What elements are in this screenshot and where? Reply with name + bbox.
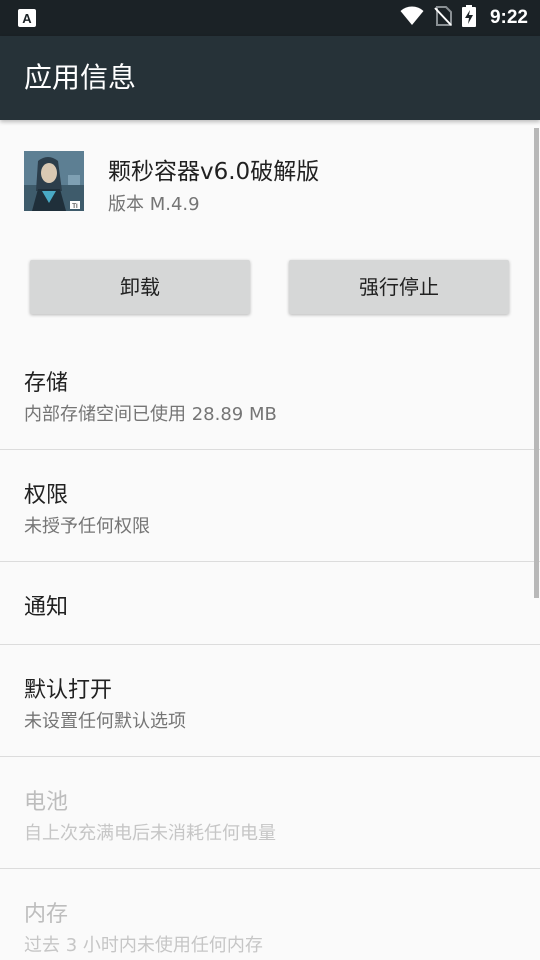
- pref-summary: 自上次充满电后未消耗任何电量: [24, 823, 276, 844]
- svg-text:TI: TI: [71, 203, 78, 210]
- app-bar: 应用信息: [0, 36, 540, 120]
- pref-permissions[interactable]: 权限 未授予任何权限: [0, 450, 540, 562]
- app-header: TI 颗秒容器v6.0破解版 版本 M.4.9: [0, 120, 540, 250]
- no-sim-icon: [434, 6, 452, 30]
- pref-title: 权限: [24, 483, 69, 508]
- status-time: 9:22: [489, 7, 528, 28]
- app-info-content[interactable]: TI 颗秒容器v6.0破解版 版本 M.4.9 卸载 强行停止 存储 内部存储空…: [0, 120, 540, 960]
- page-title: 应用信息: [24, 61, 137, 94]
- battery-charging-icon: [461, 5, 476, 31]
- pref-summary: 未设置任何默认选项: [24, 711, 186, 732]
- app-name: 颗秒容器v6.0破解版: [108, 159, 320, 185]
- pref-notifications[interactable]: 通知: [0, 562, 540, 645]
- app-version: 版本 M.4.9: [108, 194, 200, 215]
- pref-summary: 未授予任何权限: [24, 516, 150, 537]
- force-stop-button[interactable]: 强行停止: [289, 260, 509, 314]
- pref-title: 内存: [24, 902, 69, 927]
- pref-title: 存储: [24, 371, 69, 396]
- pref-title: 默认打开: [24, 678, 113, 703]
- scrollbar[interactable]: [534, 128, 539, 598]
- pref-title: 通知: [24, 595, 69, 620]
- pref-summary: 过去 3 小时内未使用任何内存: [24, 935, 263, 956]
- status-bar: A 9:22: [0, 0, 540, 36]
- svg-text:A: A: [22, 11, 32, 26]
- pref-summary: 内部存储空间已使用 28.89 MB: [24, 404, 277, 425]
- pref-storage[interactable]: 存储 内部存储空间已使用 28.89 MB: [0, 345, 540, 450]
- app-icon: TI: [24, 151, 84, 211]
- pref-open-by-default[interactable]: 默认打开 未设置任何默认选项: [0, 645, 540, 757]
- app-notification-icon: A: [18, 9, 36, 27]
- pref-memory: 内存 过去 3 小时内未使用任何内存: [0, 869, 540, 960]
- uninstall-button[interactable]: 卸载: [30, 260, 250, 314]
- pref-title: 电池: [24, 790, 69, 815]
- pref-battery: 电池 自上次充满电后未消耗任何电量: [0, 757, 540, 869]
- wifi-icon: [400, 6, 424, 30]
